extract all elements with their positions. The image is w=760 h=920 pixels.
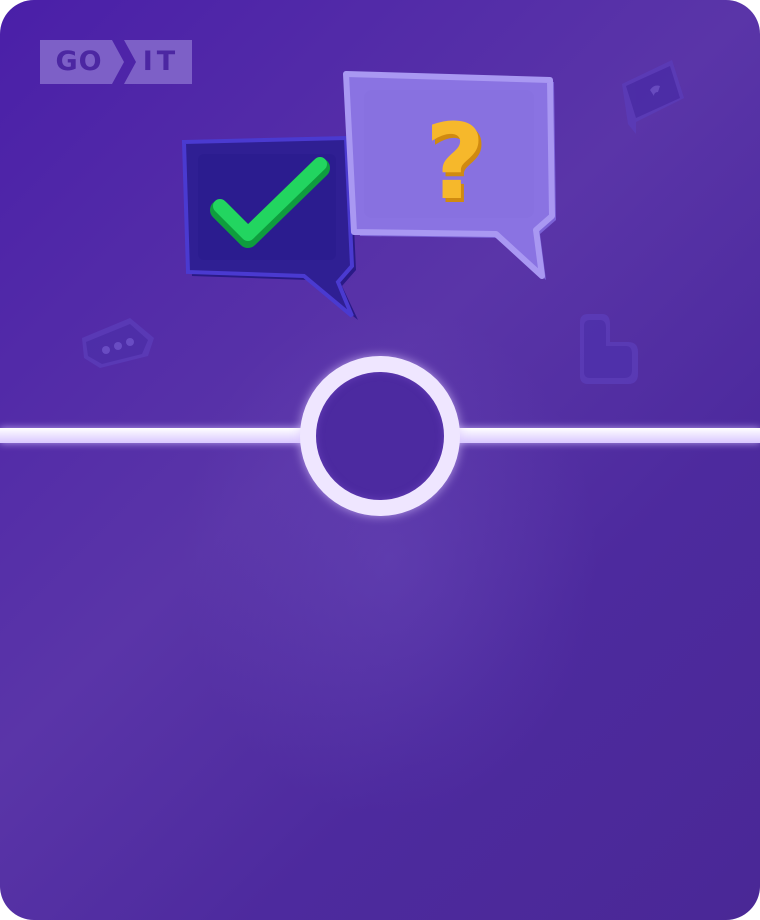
- divider-ring: [300, 356, 460, 516]
- like-icon: [580, 314, 638, 384]
- chat-typing-icon: [82, 318, 154, 368]
- speech-bubbles-illustration: ? ?: [181, 71, 556, 320]
- hero-card: GO IT ? ?: [0, 0, 760, 920]
- logo-go-text: GO: [55, 46, 103, 77]
- goit-logo: GO IT: [40, 40, 192, 84]
- chat-phone-icon: [622, 60, 684, 134]
- question-mark-icon: ?: [425, 101, 485, 223]
